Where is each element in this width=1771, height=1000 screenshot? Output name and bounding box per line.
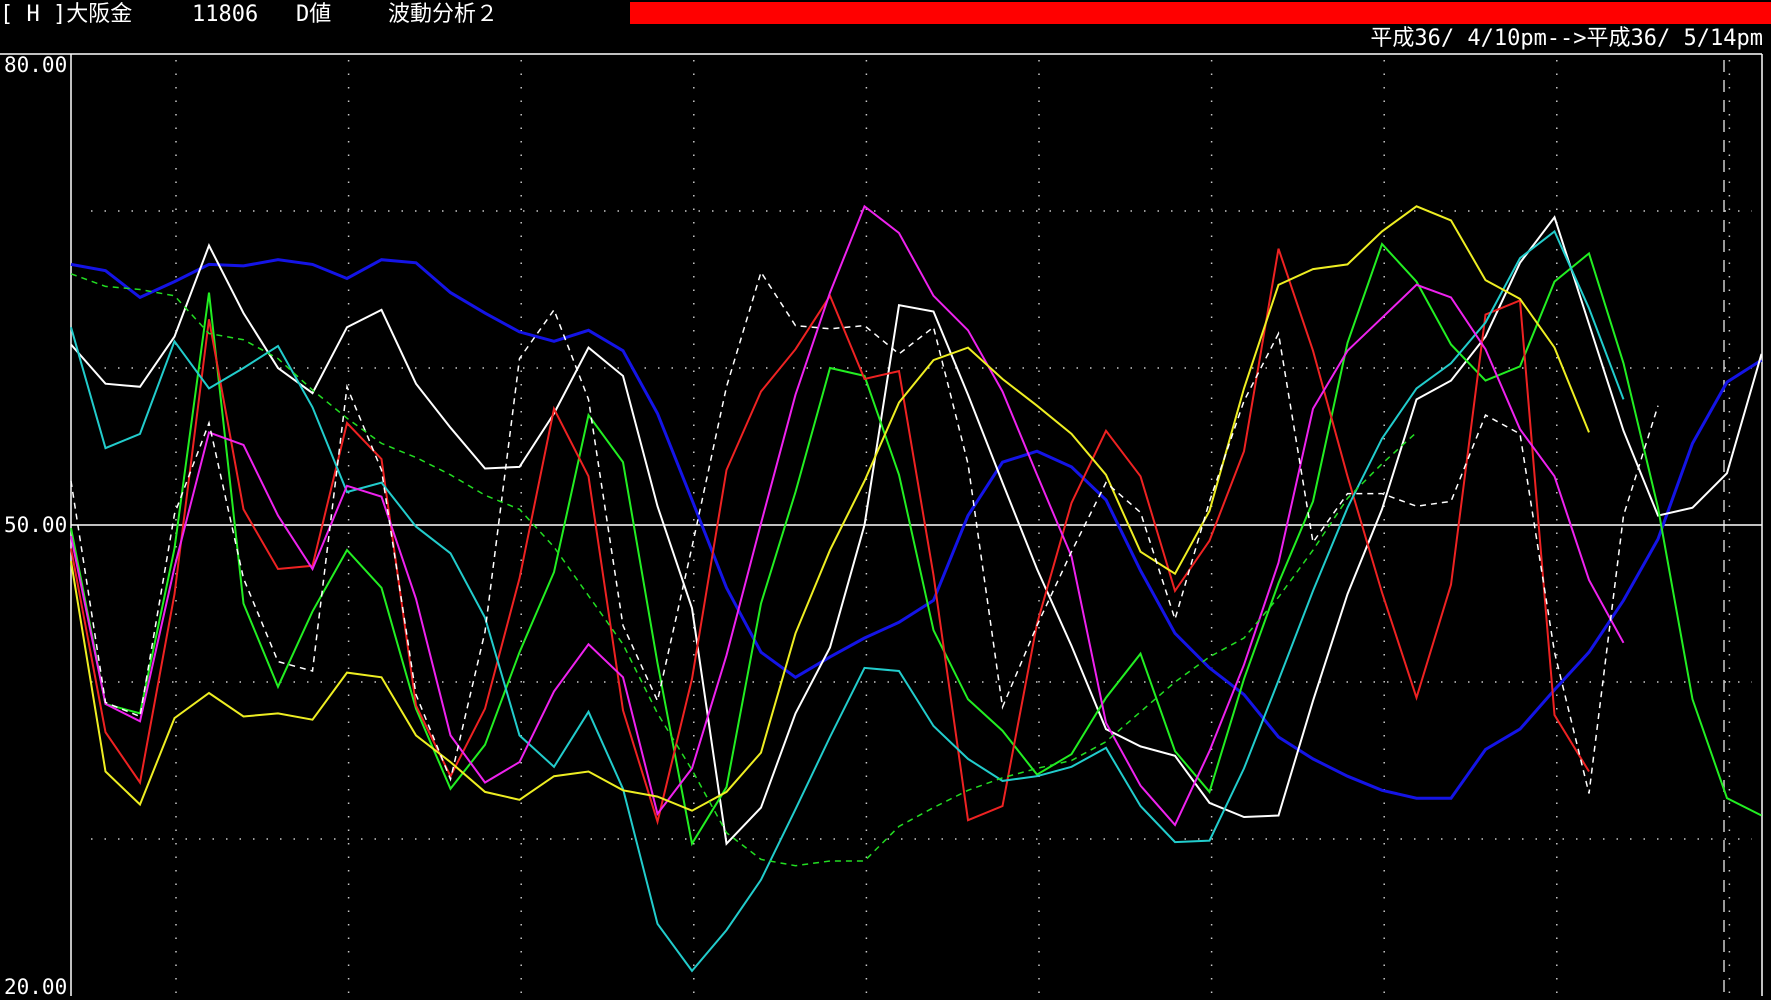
series-line-2 <box>70 215 1763 846</box>
series-line-3 <box>70 242 1762 847</box>
grid <box>91 60 1752 996</box>
wave-chart: 80.00 50.00 20.00 <box>0 53 1763 999</box>
axis-labels: 80.00 50.00 20.00 <box>4 53 67 999</box>
series-line-1 <box>70 258 1763 800</box>
plot-frame <box>0 53 1763 996</box>
series-line-8 <box>70 270 1659 794</box>
y-tick-label: 20.00 <box>4 975 67 999</box>
y-tick-label: 50.00 <box>4 513 67 537</box>
series-line-5 <box>70 229 1625 973</box>
y-tick-label: 80.00 <box>4 53 67 77</box>
series-layer <box>70 204 1763 973</box>
